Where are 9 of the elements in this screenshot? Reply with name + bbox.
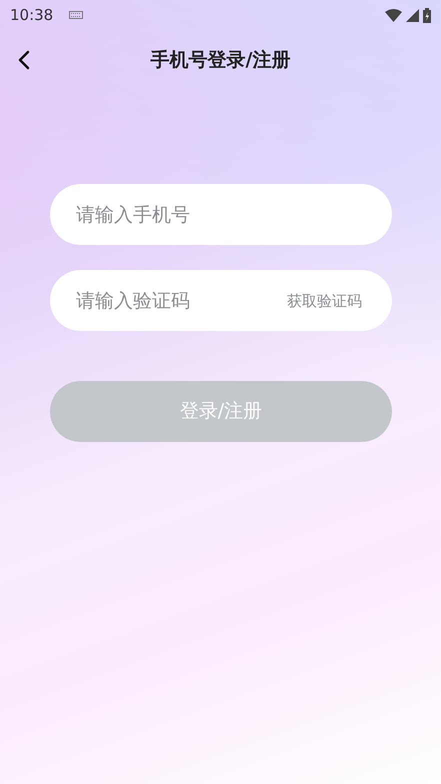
back-icon xyxy=(18,50,30,70)
keyboard-icon xyxy=(69,11,84,19)
battery-icon xyxy=(423,8,431,22)
wifi-icon xyxy=(385,8,402,22)
status-time: 10:38 xyxy=(10,4,54,26)
phone-field[interactable]: 请输入手机号 xyxy=(50,184,392,245)
page-title: 手机号登录/注册 xyxy=(150,48,290,73)
get-code-link[interactable]: 获取验证码 xyxy=(287,289,362,312)
signal-icon xyxy=(406,8,419,22)
